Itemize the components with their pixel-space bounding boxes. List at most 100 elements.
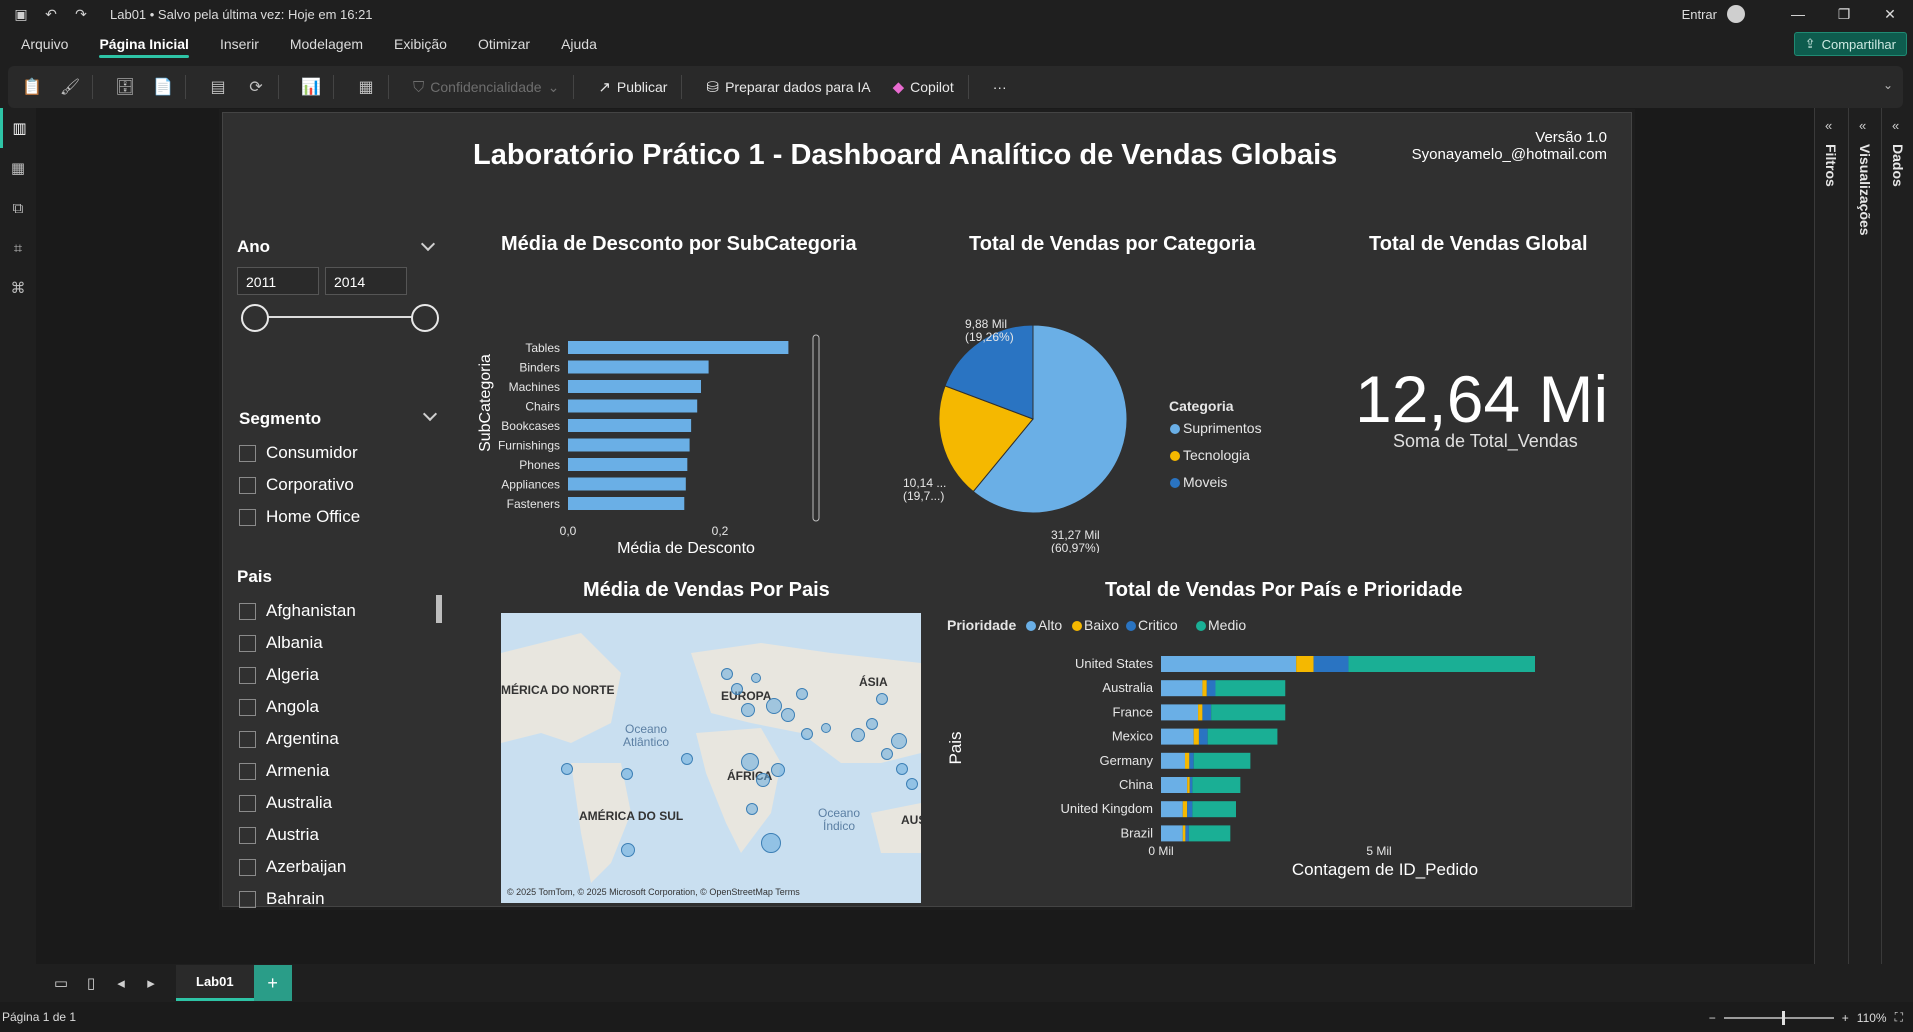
- country-item[interactable]: Afghanistan: [239, 595, 433, 627]
- more-options-button[interactable]: ···: [987, 79, 1013, 95]
- undo-icon[interactable]: ↶: [42, 5, 60, 23]
- checkbox[interactable]: [239, 508, 256, 526]
- user-avatar-icon[interactable]: [1727, 5, 1745, 23]
- year-slider-track[interactable]: [253, 316, 425, 318]
- map-bubble[interactable]: [741, 703, 755, 717]
- tmdl-view-icon[interactable]: ⌘: [0, 268, 36, 308]
- zoom-level[interactable]: 110%: [1857, 1011, 1887, 1025]
- discount-bar-chart[interactable]: Tables Binders Machines Chairs Bookcases Furn…: [468, 273, 888, 563]
- zoom-slider-thumb[interactable]: [1781, 1010, 1785, 1025]
- year-slider-start-handle[interactable]: [241, 304, 269, 332]
- country-item[interactable]: Angola: [239, 691, 433, 723]
- segment-item-corporativo[interactable]: Corporativo: [239, 475, 354, 495]
- visualizations-pane[interactable]: « Visualizações: [1848, 108, 1880, 964]
- segment-item-home-office[interactable]: Home Office: [239, 507, 360, 527]
- add-page-button[interactable]: +: [253, 965, 292, 1001]
- map-bubble[interactable]: [866, 718, 878, 730]
- category-pie-chart[interactable]: 31,27 Mil(60,97%) 10,14 ...(19,7...) 9,88 …: [903, 273, 1303, 553]
- country-priority-chart[interactable]: Prioridade Alto Baixo Critico Medio United St…: [945, 568, 1535, 908]
- copilot-button[interactable]: ◆ Copilot: [887, 78, 960, 96]
- menu-otimizar[interactable]: Otimizar: [468, 28, 540, 60]
- menu-inserir[interactable]: Inserir: [210, 28, 269, 60]
- chevron-down-icon[interactable]: [422, 406, 438, 422]
- map-bubble[interactable]: [891, 733, 907, 749]
- restore-icon[interactable]: ❐: [1821, 6, 1867, 23]
- expand-data-icon[interactable]: «: [1892, 118, 1899, 133]
- country-item[interactable]: Bahrain: [239, 883, 433, 908]
- map-bubble[interactable]: [681, 753, 693, 765]
- map-bubble[interactable]: [621, 768, 633, 780]
- checkbox[interactable]: [239, 444, 256, 462]
- desktop-layout-icon[interactable]: ▭: [46, 968, 76, 998]
- country-item[interactable]: Argentina: [239, 723, 433, 755]
- checkbox[interactable]: [239, 730, 256, 748]
- map-bubble[interactable]: [821, 723, 831, 733]
- map-bubble[interactable]: [756, 773, 770, 787]
- year-to-input[interactable]: 2014: [325, 267, 407, 295]
- paste-icon[interactable]: 📋: [18, 73, 46, 101]
- calculation-icon[interactable]: ▦: [352, 73, 380, 101]
- map-bubble[interactable]: [801, 728, 813, 740]
- menu-arquivo[interactable]: Arquivo: [11, 28, 78, 60]
- checkbox[interactable]: [239, 476, 256, 494]
- zoom-slider[interactable]: [1723, 1010, 1834, 1025]
- zoom-in-icon[interactable]: +: [1842, 1011, 1849, 1025]
- checkbox[interactable]: [239, 602, 256, 620]
- transform-data-icon[interactable]: ▤: [204, 73, 232, 101]
- report-view-icon[interactable]: ▥: [0, 108, 36, 148]
- year-slider-end-handle[interactable]: [411, 304, 439, 332]
- chevron-down-icon[interactable]: [420, 236, 436, 252]
- collapse-ribbon-icon[interactable]: ⌄: [1883, 78, 1893, 92]
- menu-pagina-inicial[interactable]: Página Inicial: [89, 28, 198, 60]
- close-icon[interactable]: ✕: [1867, 6, 1913, 23]
- map-bubble[interactable]: [741, 753, 759, 771]
- checkbox[interactable]: [239, 762, 256, 780]
- country-item[interactable]: Azerbaijan: [239, 851, 433, 883]
- minimize-icon[interactable]: —: [1775, 6, 1821, 22]
- data-pane[interactable]: « Dados: [1881, 108, 1913, 964]
- save-icon[interactable]: ▣: [12, 5, 30, 23]
- map-bubble[interactable]: [731, 683, 743, 695]
- map-bubble[interactable]: [851, 728, 865, 742]
- get-data-icon[interactable]: 🗄: [111, 73, 139, 101]
- publish-button[interactable]: ↗ Publicar: [592, 78, 673, 96]
- checkbox[interactable]: [239, 666, 256, 684]
- sensitivity-button[interactable]: ⛉ Confidencialidade ⌄: [407, 79, 565, 96]
- dax-query-icon[interactable]: ⌗: [0, 228, 36, 268]
- map-bubble[interactable]: [561, 763, 573, 775]
- model-view-icon[interactable]: ⧉: [0, 188, 36, 228]
- new-visual-icon[interactable]: 📊: [297, 73, 325, 101]
- table-view-icon[interactable]: ▦: [0, 148, 36, 188]
- checkbox[interactable]: [239, 698, 256, 716]
- expand-filters-icon[interactable]: «: [1825, 118, 1832, 133]
- country-item[interactable]: Armenia: [239, 755, 433, 787]
- year-from-input[interactable]: 2011: [237, 267, 319, 295]
- share-button[interactable]: ⇪ Compartilhar: [1793, 32, 1907, 56]
- menu-exibicao[interactable]: Exibição: [384, 28, 457, 60]
- map-bubble[interactable]: [796, 688, 808, 700]
- segment-item-consumidor[interactable]: Consumidor: [239, 443, 358, 463]
- map-bubble[interactable]: [781, 708, 795, 722]
- map-bubble[interactable]: [761, 833, 781, 853]
- map-bubble[interactable]: [876, 693, 888, 705]
- map-bubble[interactable]: [746, 803, 758, 815]
- prepare-ai-button[interactable]: ⛁ Preparar dados para IA: [700, 78, 876, 96]
- map-bubble[interactable]: [896, 763, 908, 775]
- map-bubble[interactable]: [766, 698, 782, 714]
- expand-visualizations-icon[interactable]: «: [1859, 118, 1866, 133]
- checkbox[interactable]: [239, 826, 256, 844]
- menu-modelagem[interactable]: Modelagem: [280, 28, 373, 60]
- document-title[interactable]: Lab01 • Salvo pela última vez: Hoje em 1…: [110, 7, 373, 22]
- fit-page-icon[interactable]: ⛶: [1895, 1010, 1903, 1025]
- map-bubble[interactable]: [906, 778, 918, 790]
- redo-icon[interactable]: ↷: [72, 5, 90, 23]
- checkbox[interactable]: [239, 890, 256, 908]
- checkbox[interactable]: [239, 794, 256, 812]
- pais-list[interactable]: Afghanistan Albania Algeria Angola Argen…: [223, 595, 433, 908]
- filters-pane[interactable]: « Filtros: [1814, 108, 1846, 964]
- map-bubble[interactable]: [751, 673, 761, 683]
- sign-in-link[interactable]: Entrar: [1682, 7, 1717, 22]
- page-tab-lab01[interactable]: Lab01: [176, 965, 254, 1001]
- map-bubble[interactable]: [721, 668, 733, 680]
- map-bubble[interactable]: [771, 763, 785, 777]
